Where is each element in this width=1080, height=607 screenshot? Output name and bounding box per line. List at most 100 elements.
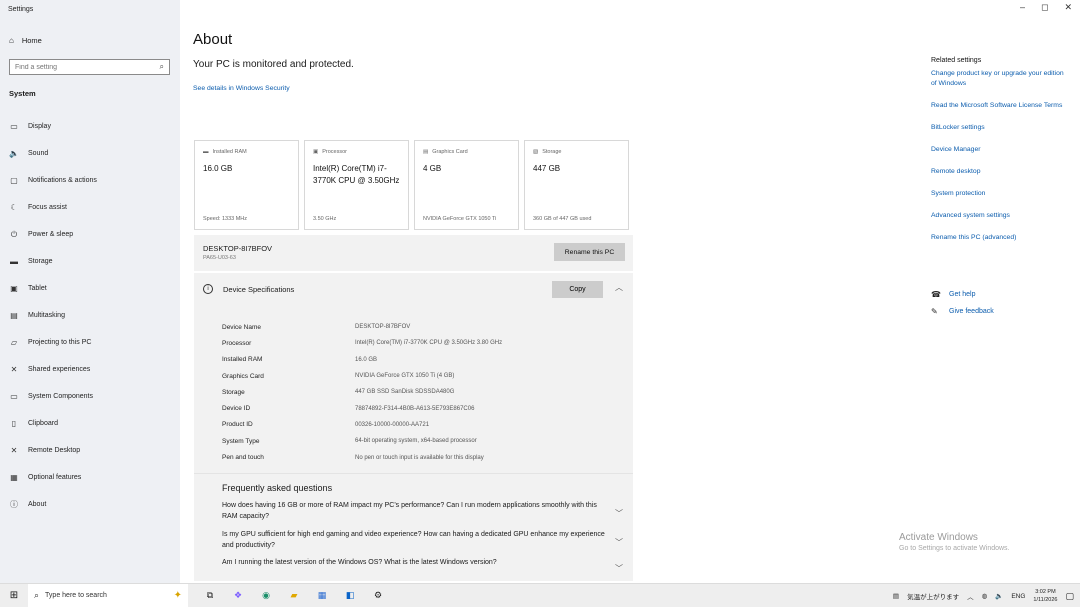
volume-icon[interactable]: 🔈 [995, 592, 1003, 600]
sidebar-item-label: Remote Desktop [28, 447, 81, 454]
optional-features-icon: ▦ [10, 473, 18, 482]
sidebar: Settings ⌂ Home ⌕ System ▭ Display 🔈 Sound… [0, 0, 180, 583]
copy-button[interactable]: Copy [552, 281, 603, 298]
bitlocker-link[interactable]: BitLocker settings [931, 123, 1071, 133]
device-specifications-header[interactable]: i Device Specifications [203, 284, 294, 294]
home-icon: ⌂ [9, 36, 14, 45]
sidebar-item-label: System Components [28, 393, 93, 400]
spec-row: Pen and touch No pen or touch input is av… [222, 449, 502, 465]
windows-start-icon[interactable]: ⊞ [0, 590, 28, 601]
security-details-link[interactable]: See details in Windows Security [193, 85, 290, 92]
sidebar-item-label: Power & sleep [28, 231, 74, 238]
copilot-icon[interactable]: ❖ [230, 590, 246, 601]
maximize-button[interactable]: ◻ [1041, 2, 1048, 13]
sidebar-item-system-components[interactable]: ▭ System Components [0, 383, 180, 410]
card-value: Intel(R) Core(TM) i7-3770K CPU @ 3.50GHz [313, 164, 400, 185]
store-icon[interactable]: ▦ [314, 590, 330, 601]
page-title: About [193, 31, 233, 48]
sidebar-item-tablet[interactable]: ▣ Tablet [0, 275, 180, 302]
search-icon[interactable]: ⌕ [160, 62, 164, 72]
sidebar-item-projecting[interactable]: ▱ Projecting to this PC [0, 329, 180, 356]
system-components-icon: ▭ [10, 392, 18, 401]
sidebar-item-sound[interactable]: 🔈 Sound [0, 140, 180, 167]
spec-value: DESKTOP-8I7BFOV [355, 324, 411, 331]
find-setting-input[interactable] [15, 63, 145, 71]
clock[interactable]: 3:02 PM 1/11/2026 [1033, 588, 1057, 604]
settings-gear-icon[interactable]: ⚙ [370, 590, 386, 601]
sidebar-item-storage[interactable]: ▬ Storage [0, 248, 180, 275]
give-feedback-link[interactable]: ✎ Give feedback [931, 303, 994, 320]
device-specifications-panel: i Device Specifications Copy ︿ Device Na… [194, 273, 633, 473]
rename-pc-button[interactable]: Rename this PC [554, 243, 625, 261]
notification-center-icon[interactable]: ▢ [1065, 591, 1074, 602]
faq-item[interactable]: Is my GPU sufficient for high end gaming… [222, 530, 607, 551]
chevron-up-icon[interactable]: ︿ [615, 282, 623, 293]
sidebar-item-label: Projecting to this PC [28, 339, 92, 346]
shared-experiences-icon: ✕ [10, 365, 18, 374]
rename-pc-advanced-link[interactable]: Rename this PC (advanced) [931, 233, 1071, 243]
change-product-key-link[interactable]: Change product key or upgrade your editi… [931, 69, 1071, 89]
advanced-system-settings-link[interactable]: Advanced system settings [931, 211, 1071, 221]
faq-item[interactable]: Am I running the latest version of the W… [222, 558, 607, 569]
sidebar-item-optional-features[interactable]: ▦ Optional features [0, 464, 180, 491]
spec-value: 64-bit operating system, x64-based proce… [355, 438, 477, 445]
minimize-button[interactable]: – [1020, 2, 1025, 13]
sound-icon: 🔈 [9, 149, 19, 158]
get-help-link[interactable]: ☎ Get help [931, 286, 994, 303]
card-label: Processor [322, 149, 347, 155]
related-settings: Related settings Change product key or u… [931, 57, 1071, 243]
sidebar-item-notifications[interactable]: ▢ Notifications & actions [0, 167, 180, 194]
tray-expand-icon[interactable]: ︿ [967, 591, 974, 601]
get-help-label: Get help [949, 291, 976, 298]
feedback-icon: ✎ [931, 307, 938, 316]
search-icon: ⌕ [34, 590, 40, 600]
device-manager-link[interactable]: Device Manager [931, 145, 1071, 155]
sidebar-item-about[interactable]: ⓘ About [0, 491, 180, 518]
file-explorer-icon[interactable]: ▰ [286, 590, 302, 601]
chevron-down-icon[interactable]: ﹀ [615, 508, 623, 519]
weather-text[interactable]: 気温が上がります [907, 591, 959, 601]
spec-row: Product ID 00326-10000-00000-AA721 [222, 417, 502, 433]
activation-title: Activate Windows [899, 532, 978, 543]
info-icon: i [203, 284, 213, 294]
processor-card: ▣ Processor Intel(R) Core(TM) i7-3770K CP… [304, 140, 409, 230]
sidebar-item-power-sleep[interactable]: ⏻ Power & sleep [0, 221, 180, 248]
network-icon[interactable]: ◍ [982, 592, 988, 600]
sidebar-item-display[interactable]: ▭ Display [0, 113, 180, 140]
window-controls: – ◻ ✕ [1020, 2, 1072, 13]
spec-key: Storage [222, 388, 245, 396]
outlook-icon[interactable]: ◧ [342, 590, 358, 601]
license-terms-link[interactable]: Read the Microsoft Software License Term… [931, 101, 1071, 111]
spec-value: 00326-10000-00000-AA721 [355, 421, 430, 428]
taskbar: ⊞ ⌕ Type here to search ✦ ⧉ ❖ ◉ ▰ ▦ ◧ ⚙ … [0, 583, 1080, 607]
sidebar-item-shared-experiences[interactable]: ✕ Shared experiences [0, 356, 180, 383]
taskbar-search[interactable]: ⌕ Type here to search ✦ [28, 583, 188, 607]
card-subtext: 360 GB of 447 GB used [533, 216, 592, 222]
projecting-icon: ▱ [10, 338, 18, 347]
card-label: Installed RAM [212, 149, 247, 155]
system-tray: ▤ 気温が上がります ︿ ◍ 🔈 ENG 3:02 PM 1/11/2026 ▢ [893, 584, 1074, 607]
chevron-down-icon[interactable]: ﹀ [615, 537, 623, 548]
sidebar-item-clipboard[interactable]: ▯ Clipboard [0, 410, 180, 437]
storage-card: ▧ Storage 447 GB 360 GB of 447 GB used [524, 140, 629, 230]
system-protection-link[interactable]: System protection [931, 189, 1071, 199]
faq-item[interactable]: How does having 16 GB or more of RAM imp… [222, 501, 607, 522]
home-label: Home [21, 36, 42, 45]
notifications-icon: ▢ [10, 176, 18, 185]
weather-icon[interactable]: ▤ [893, 592, 899, 600]
edge-icon[interactable]: ◉ [258, 590, 274, 601]
close-button[interactable]: ✕ [1064, 2, 1072, 13]
card-value: 447 GB [533, 164, 561, 173]
remote-desktop-link[interactable]: Remote desktop [931, 167, 1071, 177]
sidebar-item-multitasking[interactable]: ▤ Multitasking [0, 302, 180, 329]
chevron-down-icon[interactable]: ﹀ [615, 563, 623, 574]
home-link[interactable]: ⌂ Home [9, 36, 42, 45]
task-view-icon[interactable]: ⧉ [202, 590, 218, 601]
spec-row: System Type 64-bit operating system, x64-… [222, 433, 502, 449]
protection-status: Your PC is monitored and protected. [193, 59, 354, 70]
sidebar-item-remote-desktop[interactable]: ✕ Remote Desktop [0, 437, 180, 464]
language-indicator[interactable]: ENG [1011, 593, 1025, 600]
display-icon: ▭ [10, 122, 18, 131]
find-setting-box[interactable]: ⌕ [9, 59, 170, 75]
sidebar-item-focus-assist[interactable]: ☾ Focus assist [0, 194, 180, 221]
